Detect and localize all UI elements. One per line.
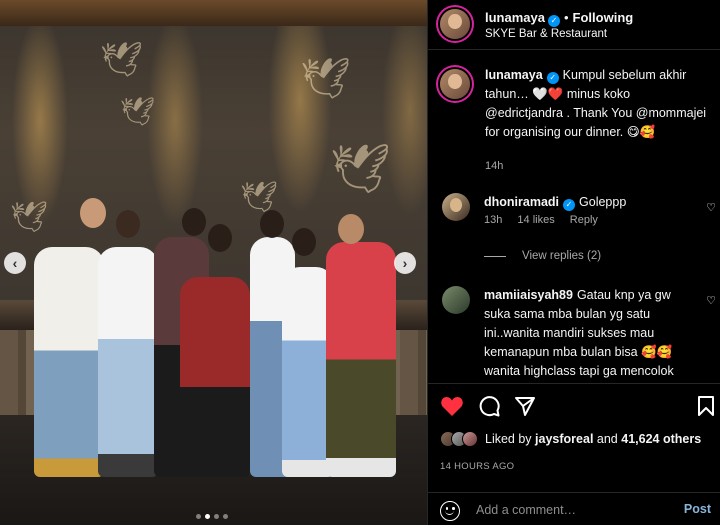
- heart-filled-icon: [441, 397, 463, 416]
- caption-timestamp[interactable]: 14h: [485, 160, 503, 172]
- like-button[interactable]: [440, 394, 464, 418]
- comment-like-heart-icon[interactable]: ♡: [706, 201, 716, 214]
- post-comment-button[interactable]: Post: [684, 502, 711, 516]
- comment-input[interactable]: [476, 500, 666, 520]
- post-caption: lunamaya ✓ Kumpul sebelum akhir tahun… 🤍❤️…: [440, 66, 710, 172]
- bird-mural-icon: 🕊: [330, 143, 391, 196]
- share-icon: [515, 397, 535, 416]
- post-photo[interactable]: 🕊 🕊 🕊 🕊 🕊 🕊 ‹ ›: [0, 0, 427, 525]
- liker-username[interactable]: jaysforeal: [535, 432, 593, 446]
- carousel-dots: [196, 514, 228, 519]
- person-head: [182, 208, 206, 236]
- verified-badge-icon: ✓: [546, 71, 559, 84]
- verified-badge-icon: ✓: [547, 14, 560, 27]
- comment-icon: [479, 396, 500, 417]
- comment-item: mamiiaisyah89 Gatau knp ya gw suka sama m…: [440, 286, 716, 378]
- add-comment-bar: Post: [428, 492, 720, 525]
- likes-prefix: Liked by: [485, 432, 532, 446]
- caption-username[interactable]: lunamaya: [485, 68, 543, 82]
- following-button[interactable]: Following: [573, 10, 634, 25]
- commenter-avatar[interactable]: [442, 193, 470, 221]
- person-head: [292, 228, 316, 256]
- comment-text: Goleppp: [579, 195, 627, 209]
- likes-conjunction: and: [596, 432, 618, 446]
- caption-author-avatar[interactable]: [440, 69, 470, 99]
- commenter-avatar[interactable]: [442, 286, 470, 314]
- reply-button[interactable]: Reply: [570, 214, 598, 226]
- commenter-username[interactable]: mamiiaisyah89: [484, 288, 573, 302]
- person-figure: [98, 247, 158, 477]
- photo-ceiling: [0, 0, 427, 26]
- comment-timestamp[interactable]: 13h: [484, 214, 502, 226]
- author-avatar[interactable]: [440, 9, 470, 39]
- author-username[interactable]: lunamaya: [485, 10, 545, 25]
- carousel-prev-button[interactable]: ‹: [4, 252, 26, 274]
- comment-like-heart-icon[interactable]: ♡: [706, 294, 716, 307]
- person-head: [116, 210, 140, 238]
- person-figure: [180, 277, 250, 477]
- person-head: [208, 224, 232, 252]
- person-figure: [34, 247, 104, 477]
- save-button[interactable]: [694, 394, 718, 418]
- share-button[interactable]: [513, 394, 537, 418]
- separator-dot: •: [563, 10, 569, 25]
- chevron-right-icon: ›: [402, 255, 408, 271]
- likes-count[interactable]: 41,624 others: [621, 432, 701, 446]
- post-side-panel: lunamaya ✓ • Following SKYE Bar & Restauran…: [427, 0, 720, 525]
- carousel-dot-active: [205, 514, 210, 519]
- carousel-dot: [223, 514, 228, 519]
- carousel-dot: [214, 514, 219, 519]
- view-replies-button[interactable]: View replies (2): [484, 250, 601, 262]
- person-head: [260, 210, 284, 238]
- bird-mural-icon: 🕊: [120, 96, 156, 127]
- bird-mural-icon: 🕊: [100, 41, 144, 79]
- emoji-smiley-icon[interactable]: [440, 501, 460, 521]
- comment-item: dhoniramadi ✓ Goleppp 13h 14 likes Reply ♡: [440, 193, 716, 226]
- location-link[interactable]: SKYE Bar & Restaurant: [485, 28, 607, 40]
- post-timestamp[interactable]: 14 HOURS AGO: [440, 461, 514, 472]
- chevron-left-icon: ‹: [12, 255, 18, 271]
- view-replies-label: View replies (2): [522, 250, 602, 262]
- liker-avatar[interactable]: [462, 431, 478, 447]
- commenter-username[interactable]: dhoniramadi: [484, 195, 559, 209]
- person-figure: [326, 242, 396, 477]
- bird-mural-icon: 🕊: [300, 57, 351, 101]
- person-head: [338, 214, 364, 244]
- comment-button[interactable]: [477, 394, 501, 418]
- carousel-next-button[interactable]: ›: [394, 252, 416, 274]
- post-actions-section: Liked by jaysforeal and 41,624 others 14…: [428, 383, 720, 525]
- likes-summary: Liked by jaysforeal and 41,624 others: [440, 431, 701, 447]
- bird-mural-icon: 🕊: [10, 201, 49, 234]
- carousel-dot: [196, 514, 201, 519]
- post-header: lunamaya ✓ • Following SKYE Bar & Restauran…: [428, 0, 720, 50]
- comment-like-count[interactable]: 14 likes: [517, 214, 554, 226]
- verified-badge-icon: ✓: [563, 198, 576, 211]
- bookmark-icon: [698, 396, 714, 416]
- replies-line-divider: [484, 255, 506, 257]
- person-head: [80, 198, 106, 228]
